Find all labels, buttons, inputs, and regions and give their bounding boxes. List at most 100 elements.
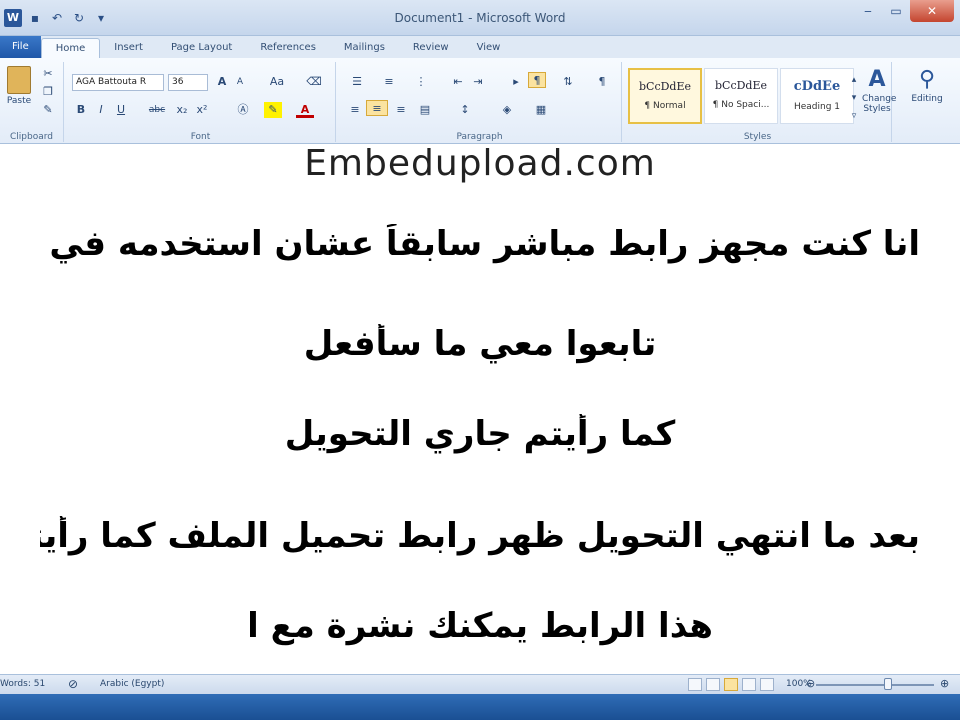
ribbon: Paste ✂ ❐ ✎ Clipboard AGA Battouta R 36 …: [0, 58, 960, 144]
document-line: تابعوا معي ما سأفعل: [303, 324, 657, 364]
view-outline-icon[interactable]: [742, 678, 756, 691]
proofing-icon[interactable]: ⊘: [68, 677, 78, 691]
change-case-icon[interactable]: Aa: [266, 74, 288, 90]
grow-font-icon[interactable]: A: [214, 74, 230, 90]
clipboard-group-label: Clipboard: [10, 132, 53, 142]
borders-icon[interactable]: ▦: [530, 102, 552, 118]
style-name: ¶ No Spaci...: [712, 100, 770, 110]
italic-icon[interactable]: I: [94, 102, 108, 118]
paste-button[interactable]: Paste: [4, 64, 34, 114]
superscript-icon[interactable]: x²: [194, 102, 210, 118]
view-web-layout-icon[interactable]: [724, 678, 738, 691]
tab-references[interactable]: References: [246, 38, 330, 58]
strikethrough-icon[interactable]: abc: [146, 102, 168, 118]
taskbar-strip: [0, 694, 960, 720]
document-line: هذا الرابط يمكنك نشرة مع ا: [247, 606, 713, 646]
tab-file[interactable]: File: [0, 36, 41, 58]
ribbon-tabs: File Home Insert Page Layout References …: [0, 36, 960, 58]
font-size-combo[interactable]: 36: [168, 74, 208, 91]
watermark-text: Embedupload.com: [304, 144, 656, 184]
style-name: ¶ Normal: [644, 101, 686, 111]
styles-group-label: Styles: [743, 132, 772, 142]
shading-icon[interactable]: ◈: [496, 102, 518, 118]
document-page[interactable]: Embedupload.com انا كنت مجهز رابط مباشر …: [0, 144, 960, 674]
highlight-icon[interactable]: ✎: [264, 102, 282, 118]
font-group-label: Font: [190, 132, 211, 142]
tab-insert[interactable]: Insert: [100, 38, 157, 58]
change-styles-icon: A: [868, 67, 886, 92]
clipboard-group: Paste ✂ ❐ ✎ Clipboard: [0, 62, 64, 142]
tab-page-layout[interactable]: Page Layout: [157, 38, 246, 58]
underline-icon[interactable]: U: [114, 102, 128, 118]
tab-home[interactable]: Home: [40, 38, 101, 58]
bullets-icon[interactable]: ☰: [346, 74, 368, 90]
zoom-out-icon[interactable]: ⊖: [806, 677, 815, 690]
tab-view[interactable]: View: [463, 38, 515, 58]
style-normal[interactable]: bCcDdEe ¶ Normal: [628, 68, 702, 124]
word-count[interactable]: Words: 51: [0, 679, 45, 689]
styles-scroll-down-icon[interactable]: ▾: [848, 90, 860, 106]
editing-button[interactable]: ⚲ Editing: [904, 66, 950, 104]
align-right-icon[interactable]: ≡: [392, 102, 410, 118]
style-sample: bCcDdEe: [714, 79, 768, 92]
paragraph-group: ☰ ≡ ⋮ ⇤ ⇥ ▸ ¶ ⇅ ¶ ≡ ≡ ≡ ▤ ↕ ◈ ▦ Paragrap…: [338, 62, 622, 142]
document-line: كما رأيتم جاري التحويل: [284, 414, 676, 454]
font-color-icon[interactable]: A: [296, 102, 314, 118]
close-icon[interactable]: ✕: [910, 0, 954, 22]
zoom-slider-knob[interactable]: [884, 678, 892, 690]
shrink-font-icon[interactable]: A: [232, 74, 248, 90]
decrease-indent-icon[interactable]: ⇤: [450, 74, 466, 90]
styles-group: bCcDdEe ¶ Normal bCcDdEe ¶ No Spaci... c…: [624, 62, 896, 142]
align-left-icon[interactable]: ≡: [346, 102, 364, 118]
window-title: Document1 - Microsoft Word: [394, 11, 566, 25]
zoom-in-icon[interactable]: ⊕: [940, 677, 949, 690]
zoom-slider-track[interactable]: [816, 684, 934, 686]
window-controls: ‒ ▭ ✕: [854, 0, 954, 22]
editing-label: Editing: [911, 94, 943, 104]
style-heading-1[interactable]: cDdEe Heading 1: [780, 68, 854, 124]
view-full-screen-icon[interactable]: [706, 678, 720, 691]
document-line: بعد ما انتهي التحويل ظهر رابط تحميل المل…: [40, 516, 920, 556]
change-styles-button[interactable]: A Change Styles: [862, 66, 896, 114]
status-bar: Words: 51 ⊘ Arabic (Egypt) 100% ⊖ ⊕: [0, 674, 960, 694]
view-print-layout-icon[interactable]: [688, 678, 702, 691]
clipboard-icon: [7, 66, 31, 94]
editing-group: ⚲ Editing: [894, 62, 960, 142]
maximize-icon[interactable]: ▭: [882, 0, 910, 22]
style-sample: cDdEe: [793, 79, 841, 94]
ltr-icon[interactable]: ▸: [508, 74, 524, 90]
subscript-icon[interactable]: x₂: [174, 102, 190, 118]
binoculars-icon: ⚲: [918, 67, 936, 92]
document-line: انا كنت مجهز رابط مباشر سابقاً عشان استخ…: [40, 224, 920, 264]
font-group: AGA Battouta R 36 A A Aa ⌫ B I U abc x₂ …: [66, 62, 336, 142]
paste-label: Paste: [6, 96, 32, 106]
minimize-icon[interactable]: ‒: [854, 0, 882, 22]
title-bar: W ▪ ↶ ↻ ▾ Document1 - Microsoft Word ‒ ▭…: [0, 0, 960, 36]
bold-icon[interactable]: B: [74, 102, 88, 118]
show-marks-icon[interactable]: ¶: [594, 74, 610, 90]
change-styles-label: Change Styles: [862, 94, 897, 114]
tab-mailings[interactable]: Mailings: [330, 38, 399, 58]
clear-formatting-icon[interactable]: ⌫: [306, 74, 322, 90]
style-sample: bCcDdEe: [638, 80, 692, 93]
line-spacing-icon[interactable]: ↕: [454, 102, 476, 118]
numbering-icon[interactable]: ≡: [378, 74, 400, 90]
increase-indent-icon[interactable]: ⇥: [470, 74, 486, 90]
cut-icon[interactable]: ✂: [40, 66, 56, 82]
view-draft-icon[interactable]: [760, 678, 774, 691]
text-effects-icon[interactable]: Ⓐ: [234, 102, 252, 118]
tab-review[interactable]: Review: [399, 38, 463, 58]
align-center-icon[interactable]: ≡: [366, 100, 388, 116]
paragraph-group-label: Paragraph: [456, 132, 503, 142]
language-indicator[interactable]: Arabic (Egypt): [100, 679, 164, 689]
copy-icon[interactable]: ❐: [40, 84, 56, 100]
rtl-icon[interactable]: ¶: [528, 72, 546, 88]
style-no-spacing[interactable]: bCcDdEe ¶ No Spaci...: [704, 68, 778, 124]
styles-more-icon[interactable]: ▿: [848, 108, 860, 124]
format-painter-icon[interactable]: ✎: [40, 102, 56, 118]
font-name-combo[interactable]: AGA Battouta R: [72, 74, 164, 91]
multilevel-list-icon[interactable]: ⋮: [410, 74, 432, 90]
sort-icon[interactable]: ⇅: [560, 74, 576, 90]
justify-icon[interactable]: ▤: [416, 102, 434, 118]
styles-scroll-up-icon[interactable]: ▴: [848, 72, 860, 88]
